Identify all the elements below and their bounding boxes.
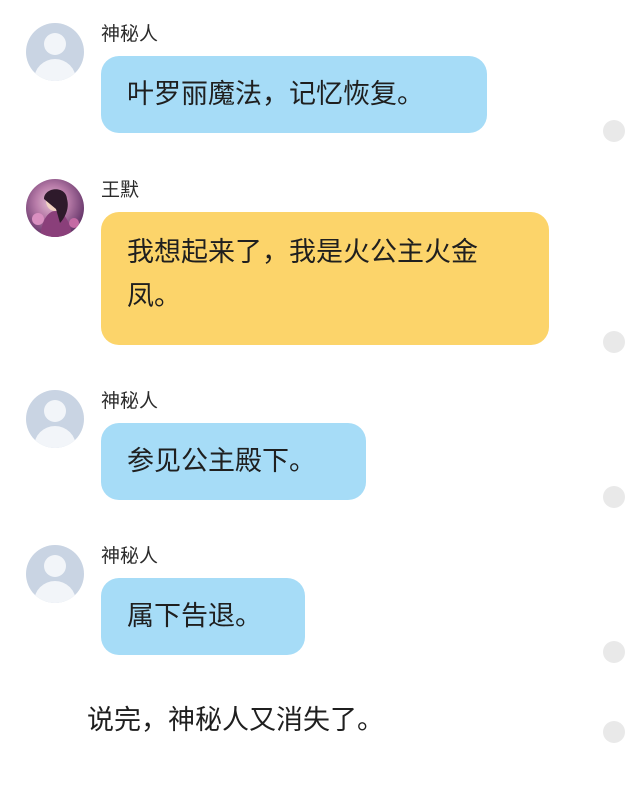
sender-name: 神秘人	[101, 23, 159, 45]
status-dot-icon	[603, 721, 625, 743]
message-bubble[interactable]: 叶罗丽魔法，记忆恢复。	[101, 56, 487, 133]
status-dot-icon	[603, 486, 625, 508]
default-avatar[interactable]	[26, 23, 84, 81]
sender-name: 王默	[101, 179, 140, 201]
status-dot-icon	[603, 120, 625, 142]
message-bubble[interactable]: 我想起来了，我是火公主火金凤。	[101, 212, 549, 345]
avatar-head-shape	[44, 33, 66, 55]
character-portrait-icon	[32, 189, 79, 237]
avatar-head-shape	[44, 555, 66, 577]
default-avatar[interactable]	[26, 390, 84, 448]
photo-avatar[interactable]	[26, 179, 84, 237]
status-dot-icon	[603, 331, 625, 353]
avatar-head-shape	[44, 400, 66, 422]
avatar-body-shape	[34, 581, 76, 603]
sender-name: 神秘人	[101, 390, 159, 412]
default-avatar[interactable]	[26, 545, 84, 603]
avatar-body-shape	[34, 59, 76, 81]
message-bubble[interactable]: 参见公主殿下。	[101, 423, 366, 500]
message-bubble[interactable]: 属下告退。	[101, 578, 305, 655]
narration-text: 说完，神秘人又消失了。	[87, 705, 384, 736]
avatar-body-shape	[34, 426, 76, 448]
status-dot-icon	[603, 641, 625, 663]
sender-name: 神秘人	[101, 545, 159, 567]
chat-screen: 神秘人 叶罗丽魔法，记忆恢复。 王默 我想起来了，我是火公主火金凤。 神秘人 参…	[0, 0, 640, 803]
